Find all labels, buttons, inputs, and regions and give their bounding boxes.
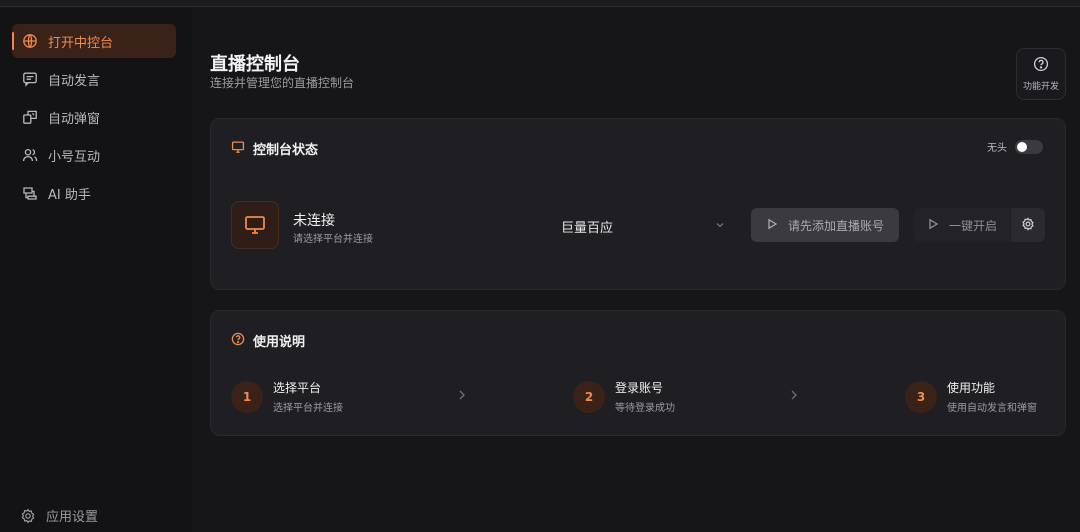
add-account-label: 请先添加直播账号 <box>787 218 884 233</box>
sidebar-item-label: 自动弹窗 <box>48 111 101 127</box>
step-item: 2 登录账号 等待登录成功 <box>573 379 675 414</box>
users-icon <box>22 147 38 163</box>
card-title: 控制台状态 <box>253 143 319 158</box>
play-icon <box>927 218 939 233</box>
start-label: 一键开启 <box>948 218 997 233</box>
play-icon <box>766 218 778 233</box>
step-desc: 等待登录成功 <box>615 403 675 414</box>
monitor-icon <box>231 140 245 158</box>
start-settings-button[interactable] <box>1011 208 1045 242</box>
platform-select[interactable]: 巨量百应 <box>561 217 725 236</box>
step-item: 1 选择平台 选择平台并连接 <box>231 379 343 414</box>
toggle-knob <box>1017 141 1027 152</box>
console-status-card: 控制台状态 无头 未连接 请选择平台并连接 巨量百应 请先添加直播账号 一键开启 <box>210 118 1066 290</box>
card-header: 控制台状态 <box>231 139 318 158</box>
sidebar-item-label: AI 助手 <box>48 187 91 203</box>
sidebar-item-label: 小号互动 <box>48 149 101 165</box>
connection-hint: 请选择平台并连接 <box>293 234 373 245</box>
chevron-down-icon <box>715 220 725 233</box>
connection-status: 未连接 <box>293 213 335 229</box>
step-desc: 使用自动发言和弹窗 <box>947 403 1037 414</box>
sidebar-item-label: 自动发言 <box>48 73 101 89</box>
chevron-right-icon <box>457 389 467 404</box>
settings-button[interactable]: 应用设置 <box>20 506 98 525</box>
step-number: 1 <box>231 380 263 413</box>
sidebar-item-console[interactable]: 打开中控台 <box>12 24 176 58</box>
question-circle-icon <box>1033 56 1049 75</box>
headless-toggle-group: 无头 <box>987 139 1043 154</box>
card-header: 使用说明 <box>231 331 305 350</box>
step-desc: 选择平台并连接 <box>273 403 343 414</box>
page-title: 直播控制台 <box>210 54 300 75</box>
question-circle-icon <box>231 332 245 350</box>
sidebar-item-sub-account[interactable]: 小号互动 <box>12 138 176 172</box>
gear-icon <box>20 508 36 524</box>
step-number: 3 <box>905 380 937 413</box>
page-subtitle: 连接并管理您的直播控制台 <box>210 76 355 90</box>
sidebar-item-ai-assistant[interactable]: AI 助手 <box>12 176 176 210</box>
step-title: 登录账号 <box>615 381 664 395</box>
platform-value: 巨量百应 <box>561 220 614 236</box>
monitor-icon <box>245 216 265 234</box>
step-title: 使用功能 <box>947 381 996 395</box>
settings-label: 应用设置 <box>46 510 99 525</box>
card-title: 使用说明 <box>253 335 306 350</box>
add-account-button[interactable]: 请先添加直播账号 <box>751 208 899 242</box>
sidebar: 打开中控台 自动发言 自动弹窗 小号互动 AI 助手 应用设置 <box>0 8 192 532</box>
window-top-bar <box>0 0 1080 7</box>
status-icon-box <box>231 201 279 249</box>
headless-label: 无头 <box>987 143 1007 154</box>
step-title: 选择平台 <box>273 381 322 395</box>
chevron-right-icon <box>789 389 799 404</box>
help-button[interactable]: 功能开发 <box>1016 48 1066 100</box>
main-content: 直播控制台 连接并管理您的直播控制台 功能开发 控制台状态 无头 未连接 请选择… <box>192 8 1080 532</box>
step-number: 2 <box>573 380 605 413</box>
help-label: 功能开发 <box>1022 82 1059 92</box>
one-click-start-button[interactable]: 一键开启 <box>914 208 1010 242</box>
globe-icon <box>22 33 38 49</box>
ai-icon <box>22 185 38 201</box>
message-icon <box>22 71 38 87</box>
usage-instructions-card: 使用说明 1 选择平台 选择平台并连接 2 登录账号 等待登录成功 3 使用功能 <box>210 310 1066 436</box>
headless-toggle[interactable] <box>1015 139 1043 154</box>
sidebar-item-auto-message[interactable]: 自动发言 <box>12 62 176 96</box>
sidebar-item-auto-popup[interactable]: 自动弹窗 <box>12 100 176 134</box>
gear-icon <box>1021 216 1035 235</box>
sidebar-item-label: 打开中控台 <box>48 35 114 51</box>
step-item: 3 使用功能 使用自动发言和弹窗 <box>905 379 1037 414</box>
popup-icon <box>22 109 38 125</box>
